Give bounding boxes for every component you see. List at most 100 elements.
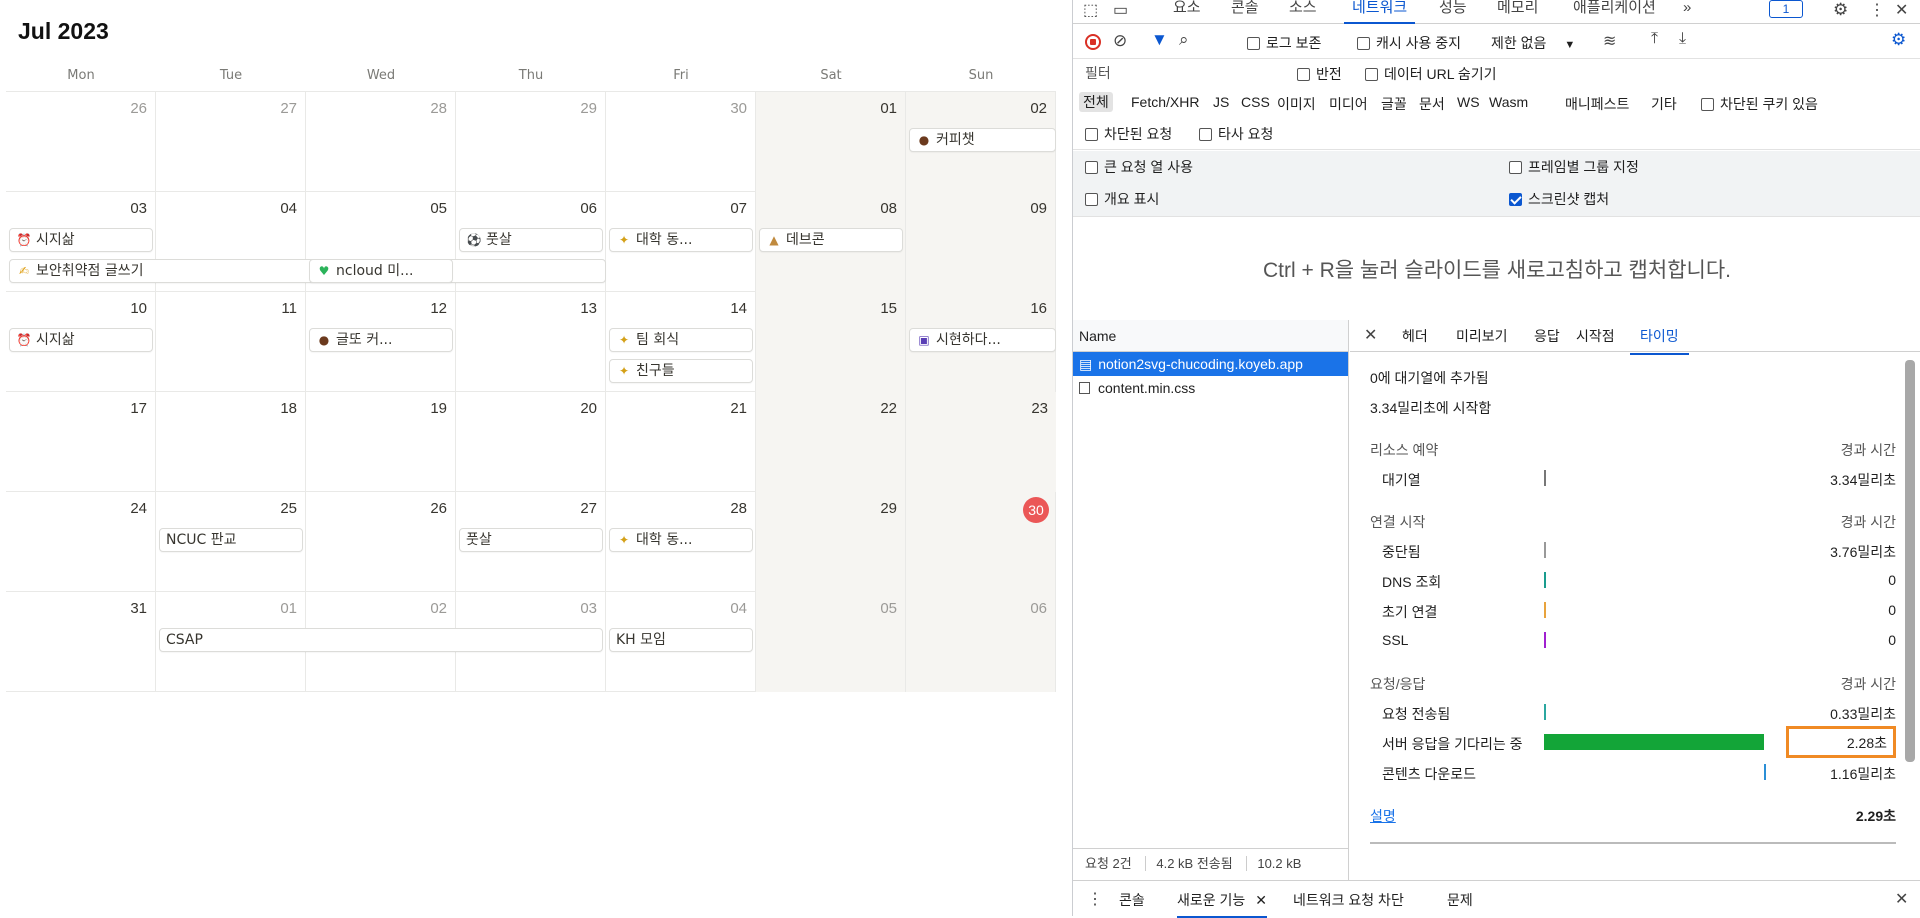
filter-input[interactable]: 필터 bbox=[1079, 62, 1279, 84]
calendar-day[interactable]: 17 bbox=[6, 392, 156, 492]
preserve-log-checkbox[interactable]: 로그 보존 bbox=[1247, 33, 1321, 53]
explanation-link[interactable]: 설명 bbox=[1370, 806, 1396, 826]
third-party-checkbox[interactable]: 타사 요청 bbox=[1199, 124, 1273, 144]
blocked-requests-checkbox[interactable]: 차단된 요청 bbox=[1085, 124, 1172, 144]
clear-icon[interactable]: ⊘ bbox=[1113, 31, 1127, 51]
calendar-day[interactable]: 22 bbox=[756, 392, 906, 492]
type-filter-media[interactable]: 미디어 bbox=[1329, 94, 1368, 114]
calendar-day[interactable]: 20 bbox=[456, 392, 606, 492]
calendar-day[interactable]: 15 bbox=[756, 292, 906, 392]
event-chip[interactable]: ♥ ncloud 미... bbox=[309, 259, 453, 283]
event-chip[interactable]: ● 커피챗 bbox=[909, 128, 1056, 152]
close-drawer-icon[interactable]: ✕ bbox=[1895, 889, 1908, 909]
tab-timing[interactable]: 타이밍 bbox=[1630, 326, 1689, 355]
issues-badge[interactable]: 1 bbox=[1769, 0, 1803, 18]
event-chip[interactable]: ▣ 시현하다... bbox=[909, 328, 1056, 352]
event-chip[interactable]: ⏰ 시지삶 bbox=[9, 328, 153, 352]
throttling-select[interactable]: 제한 없음 ▼ bbox=[1491, 33, 1575, 53]
calendar-day[interactable]: 05 bbox=[756, 592, 906, 692]
calendar-day[interactable]: 28 bbox=[306, 92, 456, 192]
hide-data-urls-checkbox[interactable]: 데이터 URL 숨기기 bbox=[1365, 64, 1497, 84]
invert-checkbox[interactable]: 반전 bbox=[1297, 64, 1342, 84]
drawer-menu-icon[interactable]: ⋮ bbox=[1087, 889, 1103, 909]
more-tabs-icon[interactable]: » bbox=[1683, 0, 1691, 24]
calendar-day[interactable]: 31 bbox=[6, 592, 156, 692]
tab-preview[interactable]: 미리보기 bbox=[1456, 326, 1508, 346]
event-chip[interactable]: ⚽ 풋살 bbox=[459, 228, 603, 252]
event-chip[interactable]: NCUC 판교 bbox=[159, 528, 303, 552]
drawer-tab-console[interactable]: 콘솔 bbox=[1119, 890, 1145, 910]
calendar-day[interactable]: 26 bbox=[6, 92, 156, 192]
calendar-day[interactable]: 01 bbox=[756, 92, 906, 192]
capture-screenshots-checkbox[interactable]: 스크린샷 캡처 bbox=[1509, 189, 1609, 209]
type-filter-fetch[interactable]: Fetch/XHR bbox=[1131, 94, 1199, 110]
type-filter-img[interactable]: 이미지 bbox=[1277, 94, 1316, 114]
type-filter-other[interactable]: 기타 bbox=[1651, 94, 1677, 114]
calendar-day[interactable]: 11 bbox=[156, 292, 306, 392]
close-tab-icon[interactable]: ✕ bbox=[1255, 892, 1267, 908]
calendar-day[interactable]: 26 bbox=[306, 492, 456, 592]
disable-cache-checkbox[interactable]: 캐시 사용 중지 bbox=[1357, 33, 1461, 53]
calendar-day[interactable]: 27 bbox=[156, 92, 306, 192]
tab-elements[interactable]: 요소 bbox=[1173, 0, 1201, 24]
search-icon[interactable]: ⌕ bbox=[1179, 30, 1189, 50]
event-chip[interactable]: ● 글또 커... bbox=[309, 328, 453, 352]
network-settings-gear-icon[interactable]: ⚙ bbox=[1891, 30, 1906, 50]
calendar-day[interactable]: 09 bbox=[906, 192, 1056, 292]
calendar-day[interactable]: 19 bbox=[306, 392, 456, 492]
type-filter-manifest[interactable]: 매니페스트 bbox=[1565, 94, 1629, 114]
event-chip[interactable]: KH 모임 bbox=[609, 628, 753, 652]
import-har-icon[interactable]: ⤒ bbox=[1651, 30, 1658, 48]
calendar-day[interactable]: 29 bbox=[756, 492, 906, 592]
device-toolbar-icon[interactable]: ▭ bbox=[1113, 0, 1128, 20]
type-filter-all[interactable]: 전체 bbox=[1079, 92, 1113, 112]
type-filter-js[interactable]: JS bbox=[1213, 94, 1229, 110]
network-conditions-icon[interactable]: ≋ bbox=[1603, 31, 1616, 51]
calendar-day[interactable]: 29 bbox=[456, 92, 606, 192]
tab-response[interactable]: 응답 bbox=[1534, 326, 1560, 346]
event-chip[interactable]: ✦ 팀 회식 bbox=[609, 328, 753, 352]
big-rows-checkbox[interactable]: 큰 요청 열 사용 bbox=[1085, 157, 1193, 177]
type-filter-doc[interactable]: 문서 bbox=[1419, 94, 1445, 114]
calendar-day[interactable]: 13 bbox=[456, 292, 606, 392]
calendar-day[interactable]: 30 bbox=[606, 92, 756, 192]
type-filter-ws[interactable]: WS bbox=[1457, 94, 1480, 110]
event-chip[interactable]: ▲ 데브콘 bbox=[759, 228, 903, 252]
close-detail-icon[interactable]: ✕ bbox=[1364, 325, 1377, 345]
close-devtools-icon[interactable]: ✕ bbox=[1895, 0, 1908, 20]
tab-console[interactable]: 콘솔 bbox=[1231, 0, 1259, 24]
type-filter-font[interactable]: 글꼴 bbox=[1381, 94, 1407, 114]
blocked-cookies-checkbox[interactable]: 차단된 쿠키 있음 bbox=[1701, 94, 1818, 114]
drawer-tab-whats-new[interactable]: 새로운 기능 ✕ bbox=[1177, 890, 1267, 918]
calendar-day[interactable]: 24 bbox=[6, 492, 156, 592]
tab-sources[interactable]: 소스 bbox=[1289, 0, 1317, 24]
calendar-day[interactable]: 23 bbox=[906, 392, 1056, 492]
group-by-frame-checkbox[interactable]: 프레임별 그룹 지정 bbox=[1509, 157, 1639, 177]
event-chip[interactable]: ⏰ 시지삶 bbox=[9, 228, 153, 252]
show-overview-checkbox[interactable]: 개요 표시 bbox=[1085, 189, 1159, 209]
type-filter-wasm[interactable]: Wasm bbox=[1489, 94, 1528, 110]
request-row[interactable]: content.min.css bbox=[1073, 376, 1348, 400]
event-chip-multiday[interactable]: ✍ 보안취약점 글쓰기 bbox=[9, 259, 606, 283]
event-chip[interactable]: ✦ 친구들 bbox=[609, 359, 753, 383]
settings-gear-icon[interactable]: ⚙ bbox=[1833, 0, 1848, 20]
event-chip[interactable]: 풋살 bbox=[459, 528, 603, 552]
calendar-day-today[interactable]: 30 bbox=[906, 492, 1056, 592]
tab-headers[interactable]: 헤더 bbox=[1402, 326, 1428, 346]
drawer-tab-issues[interactable]: 문제 bbox=[1447, 890, 1473, 910]
calendar-day[interactable]: 06 bbox=[906, 592, 1056, 692]
tab-performance[interactable]: 성능 bbox=[1439, 0, 1467, 24]
inspect-element-icon[interactable]: ⬚ bbox=[1083, 0, 1098, 20]
event-chip[interactable]: ✦ 대학 동... bbox=[609, 528, 753, 552]
event-chip[interactable]: ✦ 대학 동... bbox=[609, 228, 753, 252]
event-chip-multiday[interactable]: CSAP bbox=[159, 628, 603, 652]
export-har-icon[interactable]: ⤓ bbox=[1679, 30, 1686, 48]
calendar-day[interactable]: 18 bbox=[156, 392, 306, 492]
request-row-selected[interactable]: ▤ notion2svg-chucoding.koyeb.app bbox=[1073, 352, 1348, 376]
record-icon[interactable] bbox=[1085, 34, 1101, 50]
filter-icon[interactable]: ▼ bbox=[1151, 30, 1168, 50]
tab-network[interactable]: 네트워크 bbox=[1344, 0, 1416, 24]
more-options-icon[interactable]: ⋮ bbox=[1869, 0, 1885, 20]
calendar-day[interactable]: 21 bbox=[606, 392, 756, 492]
tab-application[interactable]: 애플리케이션 bbox=[1573, 0, 1656, 24]
